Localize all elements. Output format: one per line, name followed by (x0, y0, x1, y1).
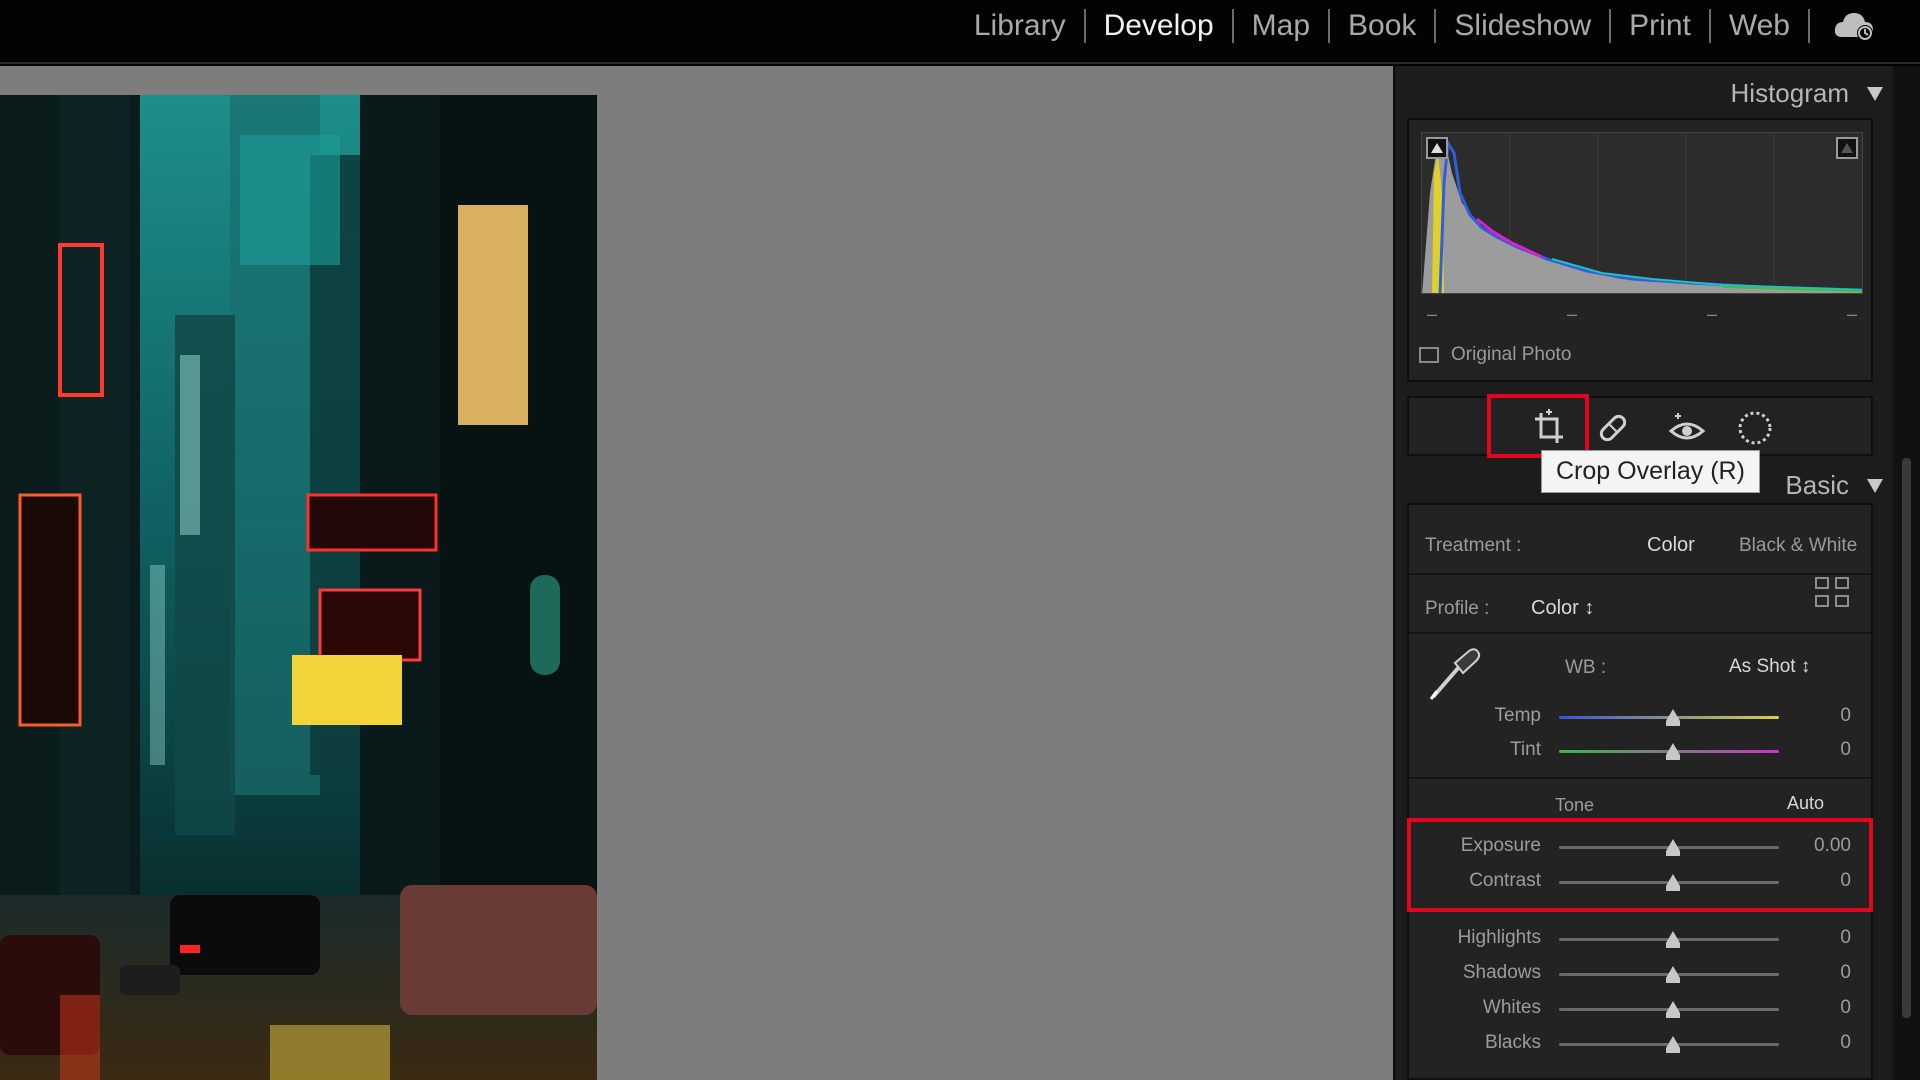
divider (1409, 777, 1871, 779)
wb-label: WB : (1565, 657, 1607, 678)
whites-slider-thumb[interactable] (1666, 1001, 1680, 1018)
tint-slider-thumb[interactable] (1666, 743, 1680, 760)
blacks-value[interactable]: 0 (1840, 1032, 1851, 1054)
masking-icon[interactable] (1733, 406, 1777, 450)
profile-label: Profile : (1425, 598, 1490, 619)
tone-label: Tone (1555, 795, 1595, 815)
module-web[interactable]: Web (1711, 9, 1808, 43)
module-library[interactable]: Library (956, 9, 1084, 43)
histogram-info-value: – (1427, 304, 1438, 324)
histogram-graph[interactable] (1421, 132, 1863, 294)
blacks-slider-row: Blacks 0 (1409, 1028, 1871, 1058)
wb-dropdown[interactable]: As Shot ↕ (1729, 656, 1810, 678)
auto-tone-button[interactable]: Auto (1787, 793, 1824, 814)
blacks-label: Blacks (1485, 1032, 1541, 1053)
blacks-slider-thumb[interactable] (1666, 1036, 1680, 1053)
histogram-info-value: – (1566, 304, 1577, 324)
highlights-slider[interactable] (1559, 931, 1779, 948)
shadow-clipping-toggle[interactable] (1426, 137, 1448, 159)
highlights-slider-thumb[interactable] (1666, 931, 1680, 948)
module-slideshow[interactable]: Slideshow (1436, 9, 1609, 43)
histogram-info-value: – (1846, 304, 1857, 324)
shadows-value[interactable]: 0 (1840, 962, 1851, 984)
photo-preview[interactable] (0, 95, 597, 1080)
module-book[interactable]: Book (1330, 9, 1434, 43)
tint-slider[interactable] (1559, 743, 1779, 760)
original-photo-label: Original Photo (1451, 344, 1572, 365)
basic-header[interactable]: Basic (1785, 470, 1883, 501)
panel-scrollbar[interactable] (1893, 66, 1920, 1080)
highlights-label: Highlights (1457, 927, 1541, 948)
profile-browser-grid-icon[interactable] (1815, 577, 1851, 609)
treatment-color-button[interactable]: Color (1647, 534, 1695, 557)
whites-slider-row: Whites 0 (1409, 993, 1871, 1023)
photo-workspace[interactable] (0, 66, 1393, 1080)
module-list: Library Develop Map Book Slideshow Print… (956, 0, 1876, 52)
wb-eyedropper-icon[interactable] (1425, 643, 1483, 708)
highlights-slider-row: Highlights 0 (1409, 923, 1871, 953)
temp-value[interactable]: 0 (1840, 705, 1851, 727)
shadows-slider-thumb[interactable] (1666, 966, 1680, 983)
highlights-value[interactable]: 0 (1840, 927, 1851, 949)
temp-slider-row: Temp 0 (1409, 701, 1871, 731)
divider (1409, 632, 1871, 634)
highlight-clipping-toggle[interactable] (1836, 137, 1858, 159)
histogram-panel: – – – – Original Photo (1407, 118, 1873, 382)
tint-label: Tint (1510, 739, 1541, 760)
original-photo-row[interactable]: Original Photo (1419, 344, 1571, 366)
tint-value[interactable]: 0 (1840, 739, 1851, 761)
whites-value[interactable]: 0 (1840, 997, 1851, 1019)
blacks-slider[interactable] (1559, 1036, 1779, 1053)
treatment-bw-button[interactable]: Black & White (1739, 535, 1857, 557)
histogram-header[interactable]: Histogram (1731, 78, 1883, 109)
original-photo-checkbox[interactable] (1419, 347, 1439, 363)
triangle-icon (1431, 143, 1443, 153)
shadows-slider[interactable] (1559, 966, 1779, 983)
shadows-slider-row: Shadows 0 (1409, 958, 1871, 988)
develop-right-panel: Histogram – – – – Original Photo Crop Ov… (1393, 66, 1893, 1080)
collapse-triangle-icon[interactable] (1867, 86, 1883, 101)
module-picker-bar: Library Develop Map Book Slideshow Print… (0, 0, 1920, 64)
histogram-info-row: – – – – (1427, 304, 1857, 325)
triangle-icon (1841, 143, 1853, 153)
red-eye-icon[interactable] (1665, 406, 1709, 450)
whites-slider[interactable] (1559, 1001, 1779, 1018)
temp-slider[interactable] (1559, 709, 1779, 726)
module-print[interactable]: Print (1611, 9, 1709, 43)
basic-panel: Treatment : Color Black & White Profile … (1407, 503, 1873, 1080)
tint-slider-row: Tint 0 (1409, 735, 1871, 765)
temp-label: Temp (1494, 705, 1541, 726)
divider (1409, 573, 1871, 575)
cloud-sync-icon[interactable] (1832, 9, 1876, 43)
crop-overlay-highlight (1487, 394, 1589, 458)
basic-title: Basic (1785, 470, 1849, 500)
temp-slider-thumb[interactable] (1666, 709, 1680, 726)
develop-tool-strip (1407, 396, 1873, 456)
collapse-triangle-icon[interactable] (1867, 478, 1883, 493)
profile-dropdown[interactable]: Color ↕ (1531, 597, 1594, 620)
scrollbar-thumb[interactable] (1902, 458, 1911, 1018)
histogram-title: Histogram (1730, 78, 1849, 108)
module-map[interactable]: Map (1234, 9, 1328, 43)
module-separator (1808, 9, 1810, 43)
histogram-info-value: – (1706, 304, 1717, 324)
healing-brush-icon[interactable] (1591, 406, 1635, 450)
shadows-label: Shadows (1462, 962, 1541, 983)
module-develop[interactable]: Develop (1086, 9, 1232, 43)
treatment-label: Treatment : (1425, 535, 1522, 556)
exposure-contrast-highlight (1407, 818, 1873, 912)
whites-label: Whites (1482, 997, 1541, 1018)
crop-overlay-tooltip: Crop Overlay (R) (1541, 450, 1760, 493)
